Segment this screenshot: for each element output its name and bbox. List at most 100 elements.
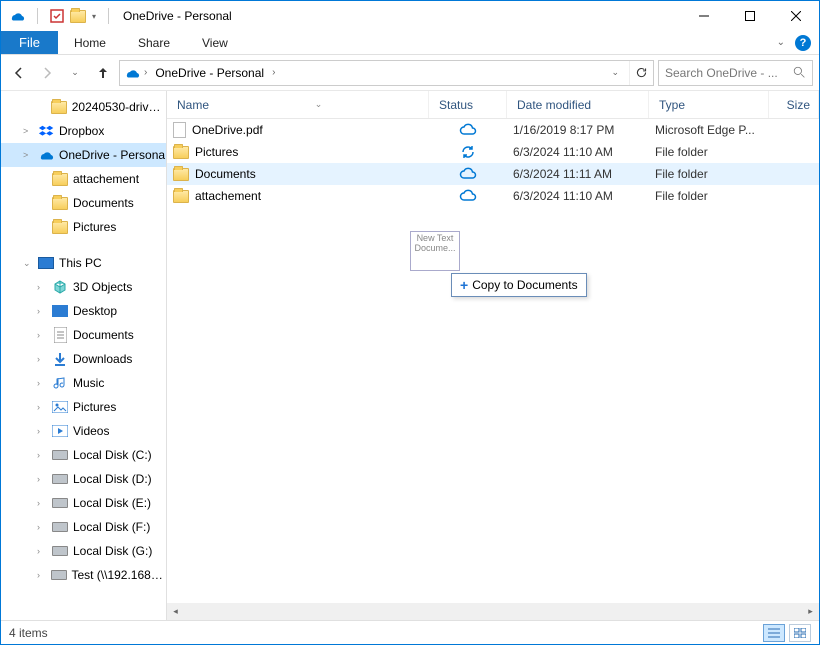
status-cloud-icon bbox=[429, 123, 507, 137]
breadcrumb[interactable]: OneDrive - Personal bbox=[151, 66, 268, 80]
tab-view[interactable]: View bbox=[186, 31, 244, 54]
nav-item[interactable]: >OneDrive - Persona bbox=[1, 143, 166, 167]
refresh-button[interactable] bbox=[629, 61, 653, 85]
onedrive-icon bbox=[9, 8, 25, 24]
drive-icon bbox=[50, 570, 67, 580]
scroll-left-icon[interactable]: ◂ bbox=[167, 603, 184, 620]
file-type: File folder bbox=[649, 145, 769, 159]
col-date[interactable]: Date modified bbox=[507, 91, 649, 118]
help-icon[interactable]: ? bbox=[795, 35, 811, 51]
navigation-pane[interactable]: 20240530-driver-p>Dropbox>OneDrive - Per… bbox=[1, 91, 167, 620]
tab-home[interactable]: Home bbox=[58, 31, 122, 54]
nav-item[interactable]: ›Local Disk (E:) bbox=[1, 491, 166, 515]
nav-item[interactable]: attachement bbox=[1, 167, 166, 191]
pc-icon bbox=[37, 257, 55, 269]
status-sync-icon bbox=[429, 144, 507, 160]
file-name: Documents bbox=[195, 167, 256, 181]
drive-icon bbox=[51, 474, 69, 484]
nav-item[interactable]: Documents bbox=[1, 191, 166, 215]
status-cloud-icon bbox=[429, 167, 507, 181]
titlebar: ▾ OneDrive - Personal bbox=[1, 1, 819, 31]
chevron-right-icon[interactable]: › bbox=[144, 67, 147, 78]
onedrive-icon bbox=[124, 65, 140, 81]
scroll-right-icon[interactable]: ▸ bbox=[802, 603, 819, 620]
file-list[interactable]: OneDrive.pdf 1/16/2019 8:17 PMMicrosoft E… bbox=[167, 119, 819, 603]
search-placeholder: Search OneDrive - ... bbox=[665, 66, 793, 80]
folder-icon bbox=[51, 173, 69, 186]
col-size[interactable]: Size bbox=[769, 91, 819, 118]
file-row[interactable]: Pictures6/3/2024 11:10 AMFile folder bbox=[167, 141, 819, 163]
file-type: File folder bbox=[649, 167, 769, 181]
search-input[interactable]: Search OneDrive - ... bbox=[658, 60, 813, 86]
drive-icon bbox=[51, 498, 69, 508]
file-type: Microsoft Edge P... bbox=[649, 123, 769, 137]
col-name[interactable]: Name⌄ bbox=[167, 91, 429, 118]
icons-view-button[interactable] bbox=[789, 624, 811, 642]
file-name: attachement bbox=[195, 189, 261, 203]
nav-this-pc[interactable]: ⌄ This PC bbox=[1, 251, 166, 275]
ribbon-expand-icon[interactable]: ⌄ bbox=[777, 37, 785, 48]
drive-icon bbox=[51, 546, 69, 556]
file-type: File folder bbox=[649, 189, 769, 203]
nav-item[interactable]: 20240530-driver-p bbox=[1, 95, 166, 119]
nav-item[interactable]: ›Local Disk (G:) bbox=[1, 539, 166, 563]
col-status[interactable]: Status bbox=[429, 91, 507, 118]
up-button[interactable] bbox=[91, 61, 115, 85]
nav-item[interactable]: ›Music bbox=[1, 371, 166, 395]
nav-item[interactable]: ›Local Disk (D:) bbox=[1, 467, 166, 491]
drag-tooltip: + Copy to Documents bbox=[451, 273, 587, 297]
back-button[interactable] bbox=[7, 61, 31, 85]
nav-item[interactable]: Pictures bbox=[1, 215, 166, 239]
file-row[interactable]: OneDrive.pdf 1/16/2019 8:17 PMMicrosoft E… bbox=[167, 119, 819, 141]
videos-icon bbox=[51, 425, 69, 437]
nav-item[interactable]: ›Documents bbox=[1, 323, 166, 347]
qat-folder-icon[interactable] bbox=[70, 10, 86, 23]
address-dropdown-icon[interactable]: ⌄ bbox=[605, 67, 625, 78]
folder-icon bbox=[173, 190, 189, 203]
chevron-right-icon[interactable]: › bbox=[272, 67, 275, 78]
folder-icon bbox=[173, 146, 189, 159]
nav-item[interactable]: ›3D Objects bbox=[1, 275, 166, 299]
nav-item[interactable]: >Dropbox bbox=[1, 119, 166, 143]
folder-icon bbox=[51, 197, 69, 210]
recent-dropdown[interactable]: ⌄ bbox=[63, 61, 87, 85]
folder-icon bbox=[50, 101, 67, 114]
docs-icon bbox=[51, 327, 69, 343]
details-view-button[interactable] bbox=[763, 624, 785, 642]
status-text: 4 items bbox=[9, 626, 48, 640]
qat-dropdown-icon[interactable]: ▾ bbox=[92, 12, 96, 21]
desktop-icon bbox=[51, 305, 69, 317]
horizontal-scrollbar[interactable]: ◂ ▸ bbox=[167, 603, 819, 620]
file-date: 6/3/2024 11:11 AM bbox=[507, 167, 649, 181]
close-button[interactable] bbox=[773, 1, 819, 31]
forward-button[interactable] bbox=[35, 61, 59, 85]
minimize-button[interactable] bbox=[681, 1, 727, 31]
nav-item[interactable]: ›Local Disk (F:) bbox=[1, 515, 166, 539]
plus-icon: + bbox=[460, 277, 468, 293]
nav-item[interactable]: ›Videos bbox=[1, 419, 166, 443]
tab-share[interactable]: Share bbox=[122, 31, 186, 54]
nav-item[interactable]: ›Test (\\192.168.1.2 bbox=[1, 563, 166, 587]
pictures-icon bbox=[51, 401, 69, 413]
file-name: OneDrive.pdf bbox=[192, 123, 263, 137]
file-row[interactable]: Documents 6/3/2024 11:11 AMFile folder bbox=[167, 163, 819, 185]
nav-item[interactable]: ›Local Disk (C:) bbox=[1, 443, 166, 467]
maximize-button[interactable] bbox=[727, 1, 773, 31]
3d-icon bbox=[51, 280, 69, 294]
file-row[interactable]: attachement6/3/2024 11:10 AMFile folder bbox=[167, 185, 819, 207]
nav-item[interactable]: ›Desktop bbox=[1, 299, 166, 323]
file-name: Pictures bbox=[195, 145, 238, 159]
address-bar: ⌄ › OneDrive - Personal › ⌄ Search OneDr… bbox=[1, 55, 819, 91]
nav-item[interactable]: ›Downloads bbox=[1, 347, 166, 371]
address-box[interactable]: › OneDrive - Personal › ⌄ bbox=[119, 60, 654, 86]
status-bar: 4 items bbox=[1, 620, 819, 644]
downloads-icon bbox=[51, 352, 69, 366]
qat-props-icon[interactable] bbox=[50, 9, 64, 23]
window-title: OneDrive - Personal bbox=[123, 9, 232, 23]
explorer-window: ▾ OneDrive - Personal File Home Share Vi… bbox=[0, 0, 820, 645]
file-date: 1/16/2019 8:17 PM bbox=[507, 123, 649, 137]
folder-icon bbox=[51, 221, 69, 234]
col-type[interactable]: Type bbox=[649, 91, 769, 118]
file-tab[interactable]: File bbox=[1, 31, 58, 54]
nav-item[interactable]: ›Pictures bbox=[1, 395, 166, 419]
